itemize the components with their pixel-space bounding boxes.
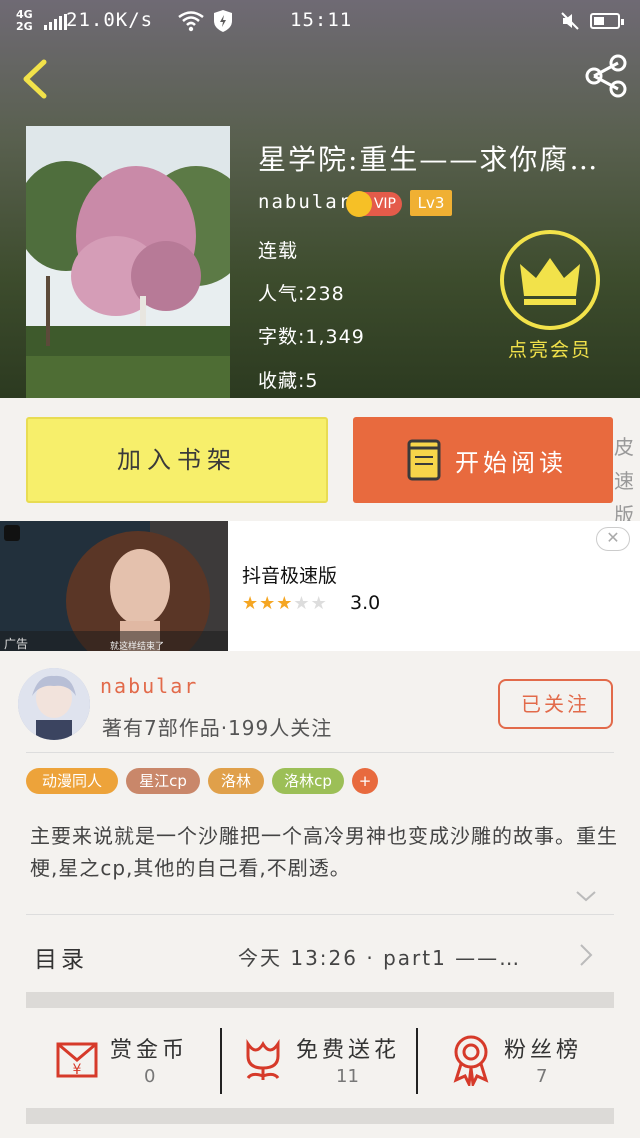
star-icon: ★ (242, 593, 260, 614)
star-icon: ★ (259, 593, 277, 614)
flower-icon (246, 1039, 280, 1080)
book-favorites: 收藏:5 (258, 370, 319, 392)
crown-icon (520, 258, 580, 305)
ad-caption: 就这样结束了 (110, 642, 165, 651)
ad-banner[interactable]: 广告 就这样结束了 抖音极速版 ★★★★★ 3.0 ✕ (0, 521, 640, 651)
star-icon: ★ (276, 593, 294, 614)
tag-item[interactable]: 洛林 (208, 768, 264, 794)
battery-icon (590, 13, 624, 29)
free-flower-stat[interactable]: 免费送花 11 (240, 1020, 410, 1100)
stat-label: 赏金币 (110, 1038, 189, 1063)
start-reading-button[interactable]: 开始阅读 (353, 417, 613, 503)
divider (416, 1028, 418, 1094)
ad-tag: 广告 (4, 637, 29, 651)
shield-icon (214, 10, 232, 32)
toc-label: 目录 (34, 947, 88, 973)
divider (220, 1028, 222, 1094)
tag-item[interactable]: 洛林cp (272, 768, 344, 794)
book-cover[interactable] (26, 126, 230, 398)
ad-close-button[interactable]: ✕ (596, 527, 630, 551)
ad-rating-value: 3.0 (350, 592, 381, 614)
add-to-shelf-button[interactable]: 加入书架 (26, 417, 328, 503)
clock: 15:11 (290, 9, 353, 31)
stat-value: 0 (144, 1066, 156, 1087)
star-icon: ★ (310, 593, 328, 614)
chevron-down-icon[interactable] (574, 888, 598, 904)
network-speed: 21.0K/s (66, 9, 154, 31)
author-avatar[interactable] (18, 668, 90, 740)
section-divider (26, 1108, 614, 1124)
stat-value: 11 (336, 1066, 359, 1087)
book-icon (407, 439, 441, 481)
book-header: 4G 2G 21.0K/s 15:11 星学院:重生——求你腐… nabular … (0, 0, 640, 398)
back-arrow-icon[interactable] (18, 58, 52, 100)
add-tag-button[interactable]: + (352, 768, 378, 794)
tag-item[interactable]: 动漫同人 (26, 768, 118, 794)
red-envelope-icon: ¥ (56, 1042, 98, 1078)
start-reading-label: 开始阅读 (455, 449, 567, 477)
vip-crown-icon (346, 191, 372, 217)
share-icon[interactable] (582, 52, 630, 100)
divider (26, 752, 614, 753)
vip-membership-label[interactable]: 点亮会员 (500, 335, 600, 362)
status-bar: 4G 2G 21.0K/s 15:11 (0, 0, 640, 44)
stat-label: 粉丝榜 (504, 1038, 583, 1063)
signal-icon: 4G 2G (16, 9, 67, 33)
gold-coin-stat[interactable]: ¥ 赏金币 0 (52, 1020, 202, 1100)
ad-star-rating: ★★★★★ (242, 593, 328, 614)
vip-label: VIP (373, 196, 396, 212)
author-stats: 著有7部作品·199人关注 (102, 716, 333, 740)
mute-icon (561, 12, 579, 30)
toc-latest-chapter: 今天 13:26 · part1 ——… (238, 946, 522, 970)
star-icon: ★ (293, 593, 311, 614)
author-card-name[interactable]: nabular (100, 674, 198, 698)
table-of-contents-row[interactable]: 目录 今天 13:26 · part1 ——… (26, 916, 614, 994)
fan-ranking-stat[interactable]: 粉丝榜 7 (448, 1020, 598, 1100)
vip-membership-button[interactable] (500, 230, 600, 330)
book-word-count: 字数:1,349 (258, 326, 365, 348)
stat-label: 免费送花 (296, 1038, 401, 1063)
ad-image[interactable]: 广告 就这样结束了 (0, 521, 228, 651)
author-name[interactable]: nabular (258, 191, 352, 213)
stat-value: 7 (536, 1066, 548, 1087)
svg-text:¥: ¥ (73, 1062, 82, 1078)
ad-app-name[interactable]: 抖音极速版 (242, 561, 337, 588)
follow-button[interactable]: 已关注 (498, 679, 613, 729)
stats-row: ¥ 赏金币 0 免费送花 11 粉丝榜 7 (0, 1010, 640, 1110)
edge-overlay-text: 皮 速版 (614, 435, 634, 527)
book-status: 连载 (258, 240, 299, 262)
tag-item[interactable]: 星江cp (126, 768, 200, 794)
book-description: 主要来说就是一个沙雕把一个高冷男神也变成沙雕的故事。重生梗,星之cp,其他的自己… (30, 824, 618, 880)
level-badge: Lv3 (410, 190, 452, 216)
medal-icon (453, 1035, 489, 1086)
vip-badge: VIP (346, 191, 402, 217)
divider (26, 914, 614, 915)
section-divider (26, 992, 614, 1008)
book-title: 星学院:重生——求你腐… (258, 143, 600, 176)
wifi-icon (178, 11, 204, 32)
book-popularity: 人气:238 (258, 283, 345, 305)
chevron-right-icon (580, 944, 593, 966)
